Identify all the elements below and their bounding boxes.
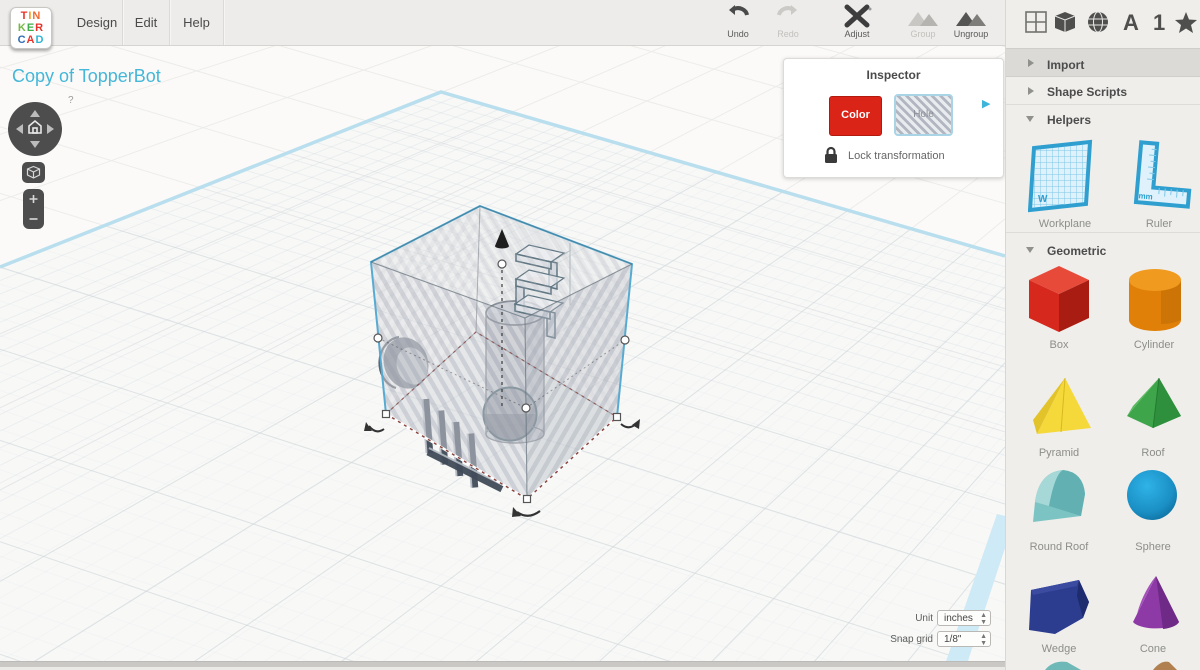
svg-text:1: 1	[1153, 10, 1165, 35]
svg-text:W: W	[1038, 194, 1048, 205]
svg-text:A: A	[1123, 10, 1139, 35]
svg-text:mm: mm	[1138, 191, 1153, 201]
svg-text:?: ?	[68, 95, 74, 106]
